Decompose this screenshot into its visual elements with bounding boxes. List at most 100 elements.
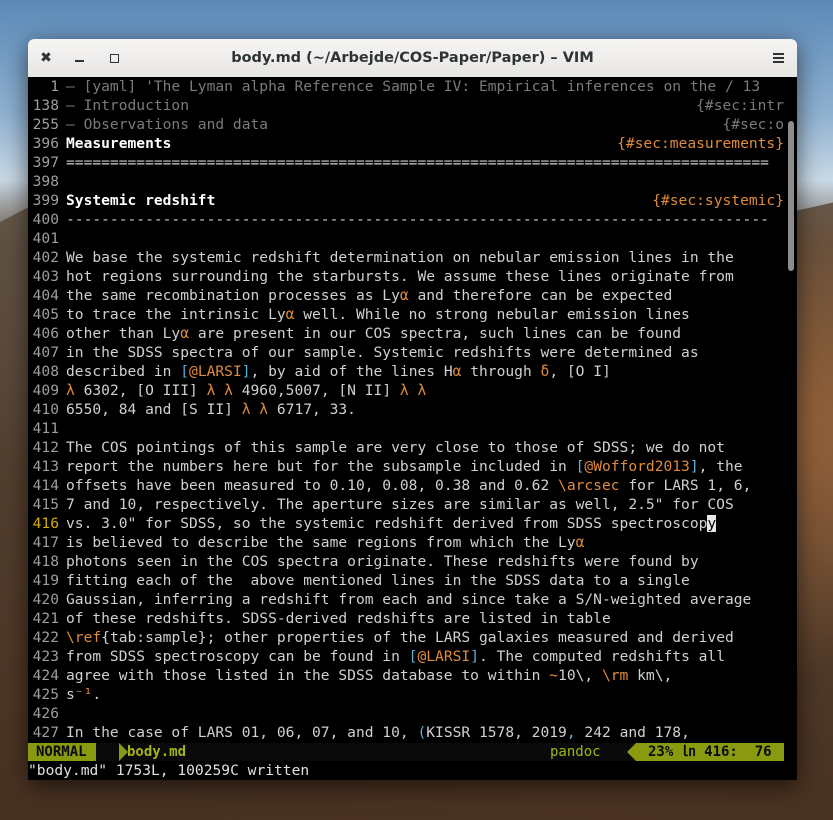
line-text: \ref{tab:sample}; other properties of th… [66,628,784,647]
greek-symbol: α [180,325,190,342]
editor-line[interactable]: 398 [28,172,784,191]
editor-line[interactable]: 424 agree with those listed in the SDSS d… [28,666,784,685]
editor-line[interactable]: 410 6550, 84 and [S II] λ λ 6717, 33. [28,400,784,419]
line-number: 419 [32,572,59,589]
editor-line[interactable]: 403 hot regions surrounding the starburst… [28,267,784,286]
menu-button[interactable] [767,47,789,69]
line-number: 255 [32,116,59,133]
text-segment: described in [66,363,181,380]
citation-bracket: ] [689,458,699,475]
editor-line[interactable]: 1 – [yaml] 'The Lyman alpha Reference Sam… [28,77,784,96]
editor-line[interactable]: 405 to trace the intrinsic Lyα well. Whil… [28,305,784,324]
citation-bracket: , [566,724,576,741]
text-segment: , the [698,458,743,475]
line-number: 397 [32,154,59,171]
text-segment: hot regions surrounding the starbursts. … [66,268,734,285]
editor-line[interactable]: 417 is believed to describe the same regi… [28,533,784,552]
editor-line[interactable]: 408 described in [@LARSI], by aid of the … [28,362,784,381]
latex-command: \ref [66,629,102,646]
powerline-separator-right [627,743,636,761]
section-anchor: {#sec:intr [696,96,784,115]
line-number: 426 [32,705,59,722]
line-text: We base the systemic redshift determinat… [66,248,784,267]
line-number: 406 [32,325,59,342]
line-text: ----------------------------------------… [66,210,784,229]
text-segment: the same recombination processes as Ly [66,287,400,304]
editor-line[interactable]: 407 in the SDSS spectra of our sample. Sy… [28,343,784,362]
minimize-button[interactable] [68,47,90,69]
editor-line[interactable]: 416 vs. 3.0" for SDSS, so the systemic re… [28,514,784,533]
close-button[interactable]: ✖ [35,47,57,69]
line-text: described in [@LARSI], by aid of the lin… [66,362,784,381]
editor-line[interactable]: 400 -------------------------------------… [28,210,784,229]
editor-line[interactable]: 399 Systemic redshift {#sec:systemic} [28,191,784,210]
editor-line[interactable]: 402 We base the systemic redshift determi… [28,248,784,267]
line-number: 400 [32,211,59,228]
editor-line[interactable]: 413 report the numbers here but for the s… [28,457,784,476]
line-number: 411 [32,420,59,437]
text-segment: In the case of LARS 01, 06, 07, and 10, [66,724,418,741]
editor-line[interactable]: 423 from SDSS spectroscopy can be found i… [28,647,784,666]
citation-key: @LARSI [189,363,242,380]
line-text [66,704,784,723]
text-segment: Gaussian, inferring a redshift from each… [66,591,752,608]
text-segment: 6550, 84 and [S II] [66,401,242,418]
text-segment: {tab:sample}; other properties of the LA… [101,629,734,646]
text-segment: – Introduction [66,97,190,114]
editor-line[interactable]: 418 photons seen in the COS spectra origi… [28,552,784,571]
citation-bracket: ] [470,648,479,665]
editor-line[interactable]: 409 λ 6302, [O III] λ λ 4960,5007, [N II]… [28,381,784,400]
text-editor-buffer[interactable]: 1 – [yaml] 'The Lyman alpha Reference Sam… [28,77,784,743]
text-segment: offsets have been measured to 0.10, 0.08… [66,477,559,494]
text-segment: are present in our COS spectra, such lin… [189,325,682,342]
line-number: 415 [32,496,59,513]
greek-symbol: α [399,287,409,304]
scrollbar[interactable] [784,77,797,780]
line-number: 422 [32,629,59,646]
line-text: from SDSS spectroscopy can be found in [… [66,647,784,666]
editor-line[interactable]: 411 [28,419,784,438]
maximize-button[interactable] [103,47,125,69]
line-number: 401 [32,230,59,247]
line-text: agree with those listed in the SDSS data… [66,666,784,685]
editor-line[interactable]: 397 =====================================… [28,153,784,172]
editor-line[interactable]: 426 [28,704,784,723]
line-text: The COS pointings of this sample are ver… [66,438,784,457]
editor-line[interactable]: 425 s⁻¹. [28,685,784,704]
editor-line[interactable]: 138 – Introduction {#sec:intr [28,96,784,115]
editor-line[interactable]: 396 Measurements {#sec:measurements} [28,134,784,153]
vim-window[interactable]: ✖ body.md (~/Arbejde/COS-Paper/Paper) – … [28,39,797,780]
line-number: 407 [32,344,59,361]
command-line[interactable]: "body.md" 1753L, 100259C written [28,761,784,780]
section-anchor-id: {#sec:intr [696,97,784,114]
editor-line[interactable]: 421 of these redshifts. SDSS-derived reds… [28,609,784,628]
editor-line[interactable]: 420 Gaussian, inferring a redshift from e… [28,590,784,609]
line-text: photons seen in the COS spectra originat… [66,552,784,571]
editor-line[interactable]: 401 [28,229,784,248]
editor-line[interactable]: 406 other than Lyα are present in our COS… [28,324,784,343]
line-number: 408 [32,363,59,380]
line-text: other than Lyα are present in our COS sp… [66,324,784,343]
editor-line[interactable]: 415 7 and 10, respectively. The aperture … [28,495,784,514]
editor-line[interactable]: 422 \ref{tab:sample}; other properties of… [28,628,784,647]
line-text: – Observations and data {#sec:o [66,115,784,134]
section-anchor: {#sec:measurements} [617,134,784,153]
line-text: 7 and 10, respectively. The aperture siz… [66,495,784,514]
scrollbar-thumb[interactable] [788,121,794,271]
text-segment: KISSR 1578, 2019 [426,724,567,741]
editor-line[interactable]: 427 In the case of LARS 01, 06, 07, and 1… [28,723,784,742]
text-segment: , [O I] [549,363,611,380]
line-text: s⁻¹. [66,685,784,704]
line-text: Systemic redshift {#sec:systemic} [66,191,784,210]
editor-line[interactable]: 412 The COS pointings of this sample are … [28,438,784,457]
text-segment: in the SDSS spectra of our sample. Syste… [66,344,699,361]
minimize-icon [74,60,84,62]
citation-bracket: ] [241,363,251,380]
editor-line[interactable]: 255 – Observations and data {#sec:o [28,115,784,134]
editor-line[interactable]: 404 the same recombination processes as L… [28,286,784,305]
line-text: the same recombination processes as Lyα … [66,286,784,305]
titlebar[interactable]: ✖ body.md (~/Arbejde/COS-Paper/Paper) – … [28,39,797,78]
line-text [66,419,784,438]
editor-line[interactable]: 419 fitting each of the above mentioned l… [28,571,784,590]
editor-line[interactable]: 414 offsets have been measured to 0.10, 0… [28,476,784,495]
